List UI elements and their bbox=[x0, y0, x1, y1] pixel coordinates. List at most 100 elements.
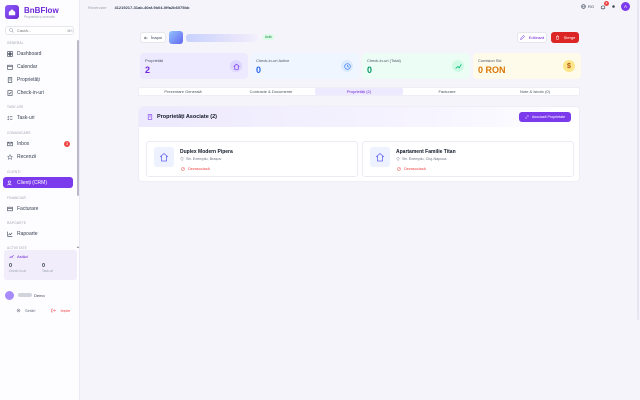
sidebar-item-checkins[interactable]: Check-in-uri bbox=[3, 87, 73, 98]
brand[interactable]: BnBFlow Proprietăți și rezervări bbox=[5, 3, 59, 21]
breadcrumb[interactable]: Rezervare bbox=[88, 5, 106, 10]
logout-icon bbox=[51, 308, 57, 313]
logout-label: Ieșire bbox=[60, 307, 71, 313]
users-icon bbox=[7, 180, 13, 186]
section-communication: COMUNICARE bbox=[7, 131, 31, 135]
search-shortcut: ⌘K bbox=[67, 28, 73, 33]
record-id: 41219217-31ab-40af-9b04-0ffa2b6075bb bbox=[114, 5, 190, 10]
map-pin-icon bbox=[180, 157, 184, 161]
edit-icon bbox=[519, 35, 525, 40]
star-icon bbox=[7, 153, 13, 160]
tab-invoicing[interactable]: Facturare bbox=[403, 88, 491, 95]
trend-up-icon bbox=[452, 60, 464, 72]
section-clients: CLIENȚI bbox=[7, 170, 21, 174]
sidebar-item-dashboard[interactable]: Dashboard bbox=[3, 48, 73, 59]
sidebar-item-label: Proprietăți bbox=[17, 76, 40, 83]
sidebar-item-label: Facturare bbox=[17, 205, 39, 212]
sidebar-item-inbox[interactable]: Inbox 3 bbox=[3, 138, 73, 149]
logout-button[interactable]: Ieșire bbox=[51, 308, 70, 313]
property-card[interactable]: Apartament Familie Titan Str. Exemplu, C… bbox=[362, 141, 574, 177]
back-button[interactable]: Înapoi bbox=[140, 32, 166, 43]
unlink-icon bbox=[181, 167, 185, 171]
property-location: Str. Exemplu, Cluj-Napoca bbox=[402, 157, 447, 161]
tab-contracts[interactable]: Contracte & Documente bbox=[227, 88, 315, 95]
sidebar-scrollbar[interactable] bbox=[77, 40, 79, 196]
activity-card: Astăzi 0 Check-in-uri 0 Task-uri bbox=[4, 250, 77, 280]
calendar-icon bbox=[7, 64, 13, 70]
sidebar-item-calendar[interactable]: Calendar bbox=[3, 61, 73, 72]
associate-label: Asociază Proprietate bbox=[531, 115, 566, 119]
unlink-icon bbox=[397, 167, 401, 171]
associate-property-button[interactable]: Asociază Proprietate bbox=[519, 112, 571, 122]
property-card[interactable]: Duplex Modern Pipera Str. Exemplu, Brașo… bbox=[146, 141, 358, 177]
gear-icon bbox=[16, 308, 21, 313]
tab-bar: Prezentare Generală Contracte & Document… bbox=[138, 87, 580, 96]
sidebar-item-label: Calendar bbox=[17, 63, 38, 70]
checklist-icon bbox=[7, 115, 13, 121]
sidebar-item-properties[interactable]: Proprietăți bbox=[3, 74, 73, 85]
settings-label: Setări bbox=[25, 307, 36, 313]
main-scrollbar[interactable] bbox=[637, 0, 639, 320]
theme-toggle-icon[interactable] bbox=[611, 4, 616, 9]
disassociate-button[interactable]: Dezasociază bbox=[397, 167, 426, 171]
stat-card-properties: Proprietăți 2 bbox=[140, 53, 248, 79]
user-name: Demo bbox=[34, 292, 45, 298]
edit-button[interactable]: Editează bbox=[517, 32, 547, 43]
sidebar-item-label: Task-uri bbox=[17, 114, 35, 121]
collapse-chevron-icon[interactable] bbox=[76, 245, 80, 249]
settings-button[interactable]: Setări bbox=[16, 308, 35, 313]
search-icon bbox=[9, 28, 14, 33]
user-profile[interactable]: Demo bbox=[5, 290, 77, 300]
sidebar-item-label: Rapoarte bbox=[17, 230, 38, 237]
globe-icon[interactable] bbox=[581, 4, 586, 9]
topbar: Rezervare 41219217-31ab-40af-9b04-0ffa2b… bbox=[80, 0, 640, 15]
sidebar-footer: Setări Ieșire bbox=[16, 306, 76, 314]
tab-notes[interactable]: Note & Istoric (0) bbox=[491, 88, 579, 95]
app-tagline: Proprietăți și rezervări bbox=[24, 14, 55, 19]
language-selector[interactable]: RO bbox=[588, 4, 594, 9]
sidebar-item-label: Dashboard bbox=[17, 50, 42, 57]
sidebar: BnBFlow Proprietăți și rezervări ⌘K GENE… bbox=[0, 0, 80, 400]
property-name[interactable]: Apartament Familie Titan bbox=[396, 149, 456, 155]
stat-value: 0 RON bbox=[478, 65, 506, 75]
section-general: GENERAL bbox=[7, 41, 24, 45]
activity-checkins-label: Check-in-uri bbox=[9, 269, 27, 273]
sidebar-item-reports[interactable]: Rapoarte bbox=[3, 228, 73, 239]
client-avatar bbox=[169, 31, 183, 44]
home-icon bbox=[370, 147, 390, 167]
app-name: BnBFlow bbox=[24, 5, 59, 15]
section-tasks: TASK-URI bbox=[7, 105, 24, 109]
sidebar-item-label: Recenzii bbox=[17, 153, 37, 160]
disassociate-button[interactable]: Dezasociază bbox=[181, 167, 210, 171]
delete-button[interactable]: Șterge bbox=[551, 32, 579, 43]
link-icon bbox=[525, 115, 529, 119]
search-input[interactable] bbox=[17, 28, 67, 33]
inbox-badge: 3 bbox=[64, 140, 70, 147]
avatar bbox=[5, 290, 14, 300]
stat-card-total-checkins: Check-in-uri (Total) 0 bbox=[362, 53, 470, 79]
panel-header: Proprietăți Asociate (2) Asociază Propri… bbox=[139, 107, 579, 127]
tab-overview[interactable]: Prezentare Generală bbox=[139, 88, 227, 95]
trend-icon bbox=[9, 254, 14, 259]
sidebar-item-clients[interactable]: Clienți (CRM) bbox=[3, 177, 73, 188]
associated-properties-panel: Proprietăți Asociate (2) Asociază Propri… bbox=[138, 106, 580, 182]
sidebar-search[interactable]: ⌘K bbox=[5, 26, 74, 35]
section-financial: FINANCIAR bbox=[7, 196, 26, 200]
building-icon bbox=[147, 114, 153, 120]
sidebar-item-invoices[interactable]: Facturare bbox=[3, 203, 73, 214]
property-location: Str. Exemplu, Brașov bbox=[186, 157, 222, 161]
tab-properties[interactable]: Proprietăți (2) bbox=[315, 88, 403, 95]
checkin-icon bbox=[7, 89, 13, 96]
sidebar-item-label: Inbox bbox=[17, 140, 30, 147]
sidebar-item-reviews[interactable]: Recenzii bbox=[3, 151, 73, 162]
sidebar-item-tasks[interactable]: Task-uri bbox=[3, 112, 73, 123]
chart-icon bbox=[7, 231, 13, 237]
user-avatar-button[interactable]: A bbox=[621, 2, 630, 11]
property-name[interactable]: Duplex Modern Pipera bbox=[180, 149, 233, 155]
disassociate-label: Dezasociază bbox=[188, 167, 210, 171]
edit-label: Editează bbox=[528, 35, 545, 40]
notification-count: 6 bbox=[604, 0, 609, 6]
stat-label: Check-in-uri Active bbox=[256, 58, 290, 63]
stat-label: Check-in-uri (Total) bbox=[367, 58, 401, 63]
notifications-button[interactable]: 6 bbox=[600, 0, 609, 10]
